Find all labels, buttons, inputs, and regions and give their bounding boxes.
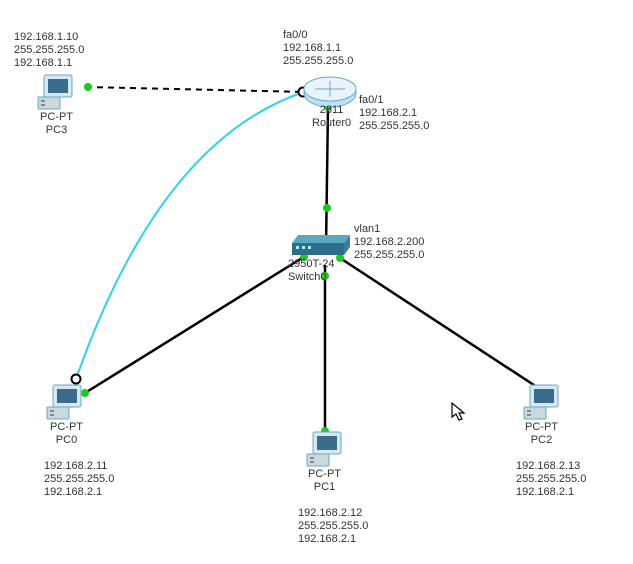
device-model: PC-PT xyxy=(50,421,83,433)
device-name: PC2 xyxy=(531,434,552,446)
device-name: Router0 xyxy=(312,117,351,129)
pc2-node[interactable] xyxy=(524,385,558,419)
link-switch0-pc2 xyxy=(340,258,540,389)
pc1-node[interactable] xyxy=(307,432,341,466)
device-model: PC-PT xyxy=(525,421,558,433)
pc3-config: 192.168.1.10 255.255.255.0 192.168.1.1 xyxy=(14,31,84,71)
device-model: 2950T-24 xyxy=(288,258,334,270)
device-model: PC-PT xyxy=(40,111,73,123)
device-name: Switch0 xyxy=(288,271,327,283)
network-diagram: fa0/0 192.168.1.1 255.255.255.0 fa0/1 19… xyxy=(0,0,633,564)
device-name: PC1 xyxy=(314,481,335,493)
switch0-vlan1-label: vlan1 192.168.2.200 255.255.255.0 xyxy=(354,223,424,263)
pc1-label: PC-PT PC1 xyxy=(308,468,341,494)
pc0-node[interactable] xyxy=(47,385,81,419)
port-dot xyxy=(81,389,89,397)
port-dot xyxy=(336,254,344,262)
router0-fa01-label: fa0/1 192.168.2.1 255.255.255.0 xyxy=(359,94,429,134)
port-ring xyxy=(72,375,81,384)
device-name: PC3 xyxy=(46,124,67,136)
pc1-config: 192.168.2.12 255.255.255.0 192.168.2.1 xyxy=(298,507,368,547)
link-pc3-router0 xyxy=(86,87,304,92)
device-model: 2811 xyxy=(320,104,344,116)
pc2-label: PC-PT PC2 xyxy=(525,421,558,447)
switch0-node[interactable] xyxy=(292,235,350,255)
router0-node[interactable] xyxy=(304,77,356,107)
pc0-label: PC-PT PC0 xyxy=(50,421,83,447)
router0-fa00-label: fa0/0 192.168.1.1 255.255.255.0 xyxy=(283,29,353,69)
port-dot xyxy=(323,204,331,212)
router0-label: 2811 Router0 xyxy=(312,104,351,130)
serial-link-pc0-router0 xyxy=(76,92,304,379)
port-dot xyxy=(84,83,92,91)
pc3-node[interactable] xyxy=(38,75,72,109)
device-model: PC-PT xyxy=(308,468,341,480)
device-name: PC0 xyxy=(56,434,77,446)
switch0-label: 2950T-24 Switch0 xyxy=(288,258,334,284)
pc3-label: PC-PT PC3 xyxy=(40,111,73,137)
pc2-config: 192.168.2.13 255.255.255.0 192.168.2.1 xyxy=(516,460,586,500)
pc0-config: 192.168.2.11 255.255.255.0 192.168.2.1 xyxy=(44,460,114,500)
